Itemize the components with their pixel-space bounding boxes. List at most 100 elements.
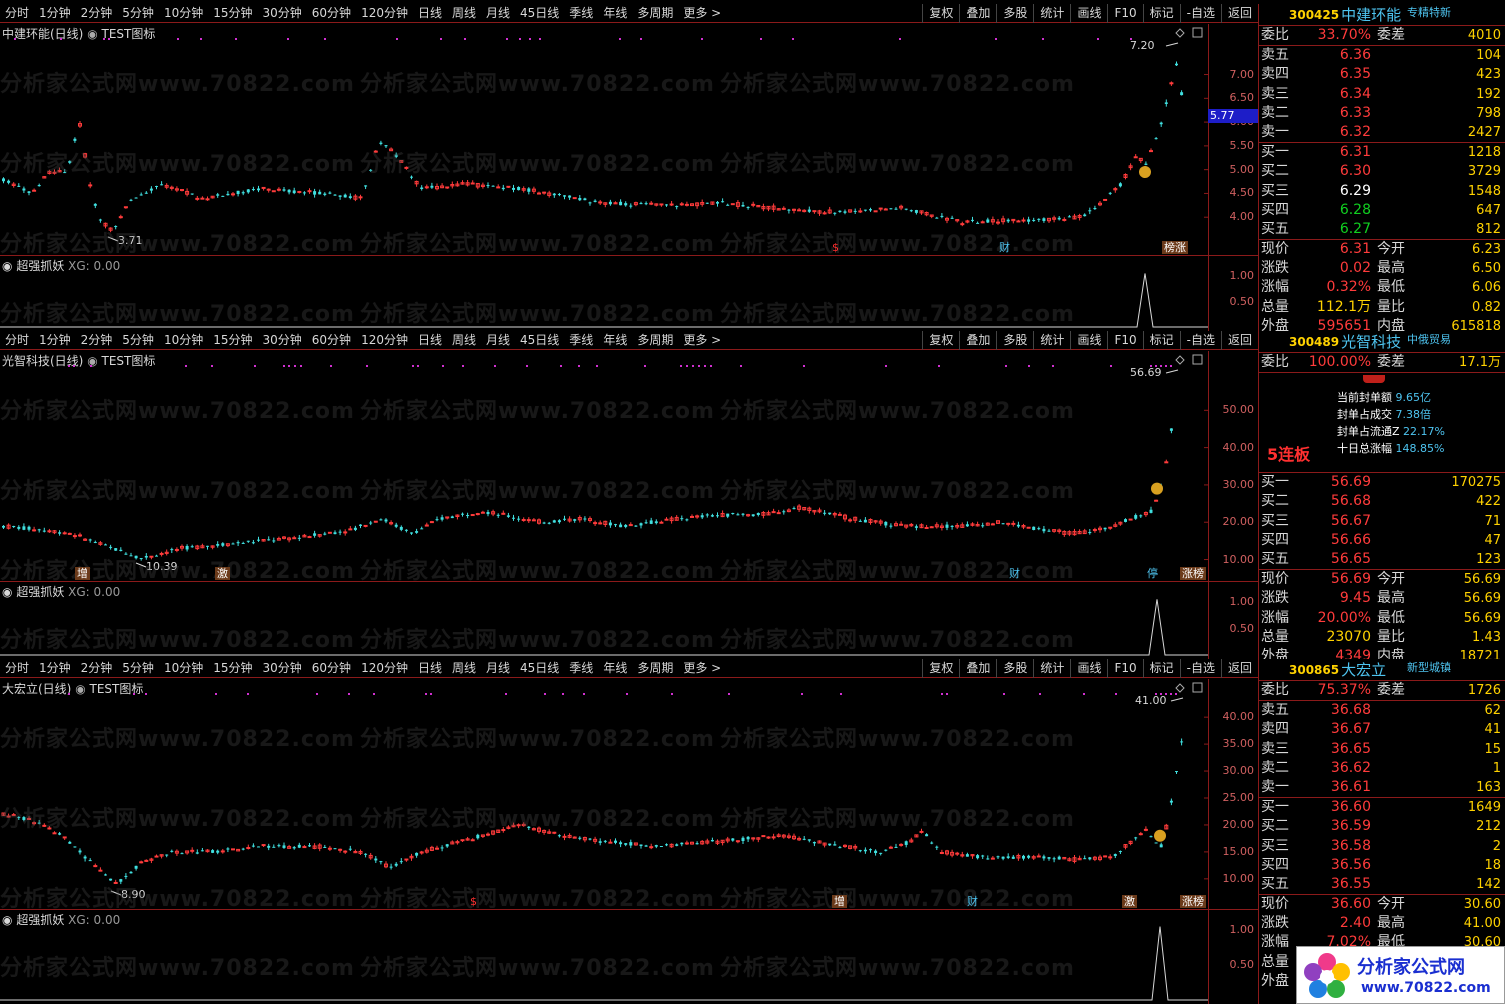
period-tab[interactable]: 60分钟 <box>307 4 356 23</box>
toolbar-action-button[interactable]: 画线 <box>1070 4 1107 23</box>
toolbar-action-button[interactable]: 多股 <box>996 331 1033 350</box>
toolbar-action-button[interactable]: 标记 <box>1142 659 1180 678</box>
toolbar-action-button[interactable]: 统计 <box>1033 659 1070 678</box>
period-tab[interactable]: 月线 <box>481 659 515 678</box>
bid-row[interactable]: 买二 36.59 212 <box>1259 817 1505 836</box>
event-marker[interactable]: 涨榜 <box>1180 567 1206 580</box>
period-tab[interactable]: 120分钟 <box>356 659 413 678</box>
toolbar-action-button[interactable]: 叠加 <box>959 659 996 678</box>
collapse-icon[interactable] <box>1363 375 1385 384</box>
toolbar-action-button[interactable]: F10 <box>1107 659 1142 678</box>
bid-row[interactable]: 买一 56.69 170275 <box>1259 473 1505 492</box>
period-tab[interactable]: 60分钟 <box>307 659 356 678</box>
period-tab[interactable]: 1分钟 <box>34 331 76 350</box>
event-marker[interactable]: 激 <box>215 567 230 580</box>
event-marker[interactable]: 涨榜 <box>1180 895 1206 908</box>
event-marker[interactable]: 财 <box>965 895 980 908</box>
toolbar-action-button[interactable]: 多股 <box>996 4 1033 23</box>
toolbar-action-button[interactable]: 多股 <box>996 659 1033 678</box>
toolbar-action-button[interactable]: 画线 <box>1070 659 1107 678</box>
ask-row[interactable]: 卖四 36.67 41 <box>1259 720 1505 739</box>
bid-row[interactable]: 买四 36.56 18 <box>1259 856 1505 875</box>
period-tab[interactable]: 10分钟 <box>159 331 208 350</box>
toolbar-action-button[interactable]: 统计 <box>1033 331 1070 350</box>
toolbar-action-button[interactable]: 返回 <box>1220 659 1258 678</box>
period-tab[interactable]: 多周期 <box>632 331 678 350</box>
ask-row[interactable]: 卖二 36.62 1 <box>1259 759 1505 778</box>
toolbar-action-button[interactable]: 复权 <box>922 331 959 350</box>
period-tab[interactable]: 分时 <box>0 331 34 350</box>
period-tab[interactable]: 周线 <box>447 4 481 23</box>
event-marker[interactable]: $ <box>468 895 479 908</box>
ask-row[interactable]: 卖二 6.33 798 <box>1259 104 1505 123</box>
kline-chart-3[interactable]: 大宏立(日线) ◉ TEST图标 41.00 8.90 40.00 35.00 30.… <box>0 679 1258 912</box>
toolbar-action-button[interactable]: 画线 <box>1070 331 1107 350</box>
period-tab[interactable]: 120分钟 <box>356 331 413 350</box>
period-tab[interactable]: 更多 > <box>678 4 726 23</box>
period-tab[interactable]: 年线 <box>598 659 632 678</box>
event-marker[interactable]: 增 <box>75 567 90 580</box>
indicator-chart-2[interactable]: ◉ 超强抓妖 XG: 0.00 1.00 0.50 分析家公式网www.70822… <box>0 582 1258 659</box>
kline-chart-1[interactable]: 中建环能(日线) ◉ TEST图标 7.203.71 7.006.506.005… <box>0 24 1258 257</box>
bid-row[interactable]: 买五 56.65 123 <box>1259 550 1505 569</box>
period-tab[interactable]: 15分钟 <box>208 331 257 350</box>
event-marker[interactable]: 增 <box>832 895 847 908</box>
period-tab[interactable]: 1分钟 <box>34 4 76 23</box>
ask-row[interactable]: 卖四 6.35 423 <box>1259 65 1505 84</box>
toolbar-action-button[interactable]: 标记 <box>1142 331 1180 350</box>
period-tab[interactable]: 日线 <box>413 331 447 350</box>
period-tab[interactable]: 月线 <box>481 4 515 23</box>
toolbar-action-button[interactable]: F10 <box>1107 331 1142 350</box>
bid-row[interactable]: 买三 56.67 71 <box>1259 512 1505 531</box>
event-marker[interactable]: $ <box>830 241 841 254</box>
bid-row[interactable]: 买二 56.68 422 <box>1259 492 1505 511</box>
ask-row[interactable]: 卖一 36.61 163 <box>1259 778 1505 797</box>
period-tab[interactable]: 周线 <box>447 331 481 350</box>
period-tab[interactable]: 多周期 <box>632 659 678 678</box>
period-tab[interactable]: 2分钟 <box>76 331 118 350</box>
toolbar-action-button[interactable]: 叠加 <box>959 331 996 350</box>
period-tab[interactable]: 5分钟 <box>117 659 159 678</box>
ask-row[interactable]: 卖五 6.36 104 <box>1259 46 1505 65</box>
period-tab[interactable]: 120分钟 <box>356 4 413 23</box>
bid-row[interactable]: 买五 6.27 812 <box>1259 220 1505 239</box>
period-tab[interactable]: 60分钟 <box>307 331 356 350</box>
kline-chart-2[interactable]: 光智科技(日线) ◉ TEST图标 56.69 10.39 50.00 40.00 3… <box>0 351 1258 584</box>
toolbar-action-button[interactable]: -自选 <box>1179 659 1221 678</box>
bid-row[interactable]: 买一 6.31 1218 <box>1259 143 1505 162</box>
quote-header[interactable]: 300425 中建环能 专精特新 <box>1259 4 1505 26</box>
period-tab[interactable]: 30分钟 <box>258 659 307 678</box>
indicator-chart-3[interactable]: ◉ 超强抓妖 XG: 0.00 1.00 0.50 分析家公式网www.70822… <box>0 910 1258 1004</box>
period-tab[interactable]: 更多 > <box>678 331 726 350</box>
event-marker[interactable]: 榜涨 <box>1162 241 1188 254</box>
period-tab[interactable]: 周线 <box>447 659 481 678</box>
period-tab[interactable]: 30分钟 <box>258 331 307 350</box>
period-tab[interactable]: 30分钟 <box>258 4 307 23</box>
ask-row[interactable]: 卖三 36.65 15 <box>1259 740 1505 759</box>
toolbar-action-button[interactable]: 返回 <box>1220 4 1258 23</box>
period-tab[interactable]: 2分钟 <box>76 4 118 23</box>
period-tab[interactable]: 5分钟 <box>117 4 159 23</box>
toolbar-action-button[interactable]: -自选 <box>1179 331 1221 350</box>
period-tab[interactable]: 10分钟 <box>159 659 208 678</box>
toolbar-action-button[interactable]: 统计 <box>1033 4 1070 23</box>
period-tab[interactable]: 季线 <box>564 4 598 23</box>
period-tab[interactable]: 45日线 <box>515 659 564 678</box>
ask-row[interactable]: 卖一 6.32 2427 <box>1259 123 1505 142</box>
period-tab[interactable]: 2分钟 <box>76 659 118 678</box>
period-tab[interactable]: 15分钟 <box>208 4 257 23</box>
toolbar-action-button[interactable]: F10 <box>1107 4 1142 23</box>
period-tab[interactable]: 5分钟 <box>117 331 159 350</box>
period-tab[interactable]: 分时 <box>0 659 34 678</box>
toolbar-action-button[interactable]: 标记 <box>1142 4 1180 23</box>
period-tab[interactable]: 多周期 <box>632 4 678 23</box>
period-tab[interactable]: 年线 <box>598 4 632 23</box>
period-tab[interactable]: 更多 > <box>678 659 726 678</box>
bid-row[interactable]: 买三 36.58 2 <box>1259 837 1505 856</box>
period-tab[interactable]: 10分钟 <box>159 4 208 23</box>
bid-row[interactable]: 买四 6.28 647 <box>1259 201 1505 220</box>
period-tab[interactable]: 45日线 <box>515 331 564 350</box>
quote-header[interactable]: 300865 大宏立 新型城镇 <box>1259 659 1505 681</box>
period-tab[interactable]: 日线 <box>413 659 447 678</box>
toolbar-action-button[interactable]: 返回 <box>1220 331 1258 350</box>
